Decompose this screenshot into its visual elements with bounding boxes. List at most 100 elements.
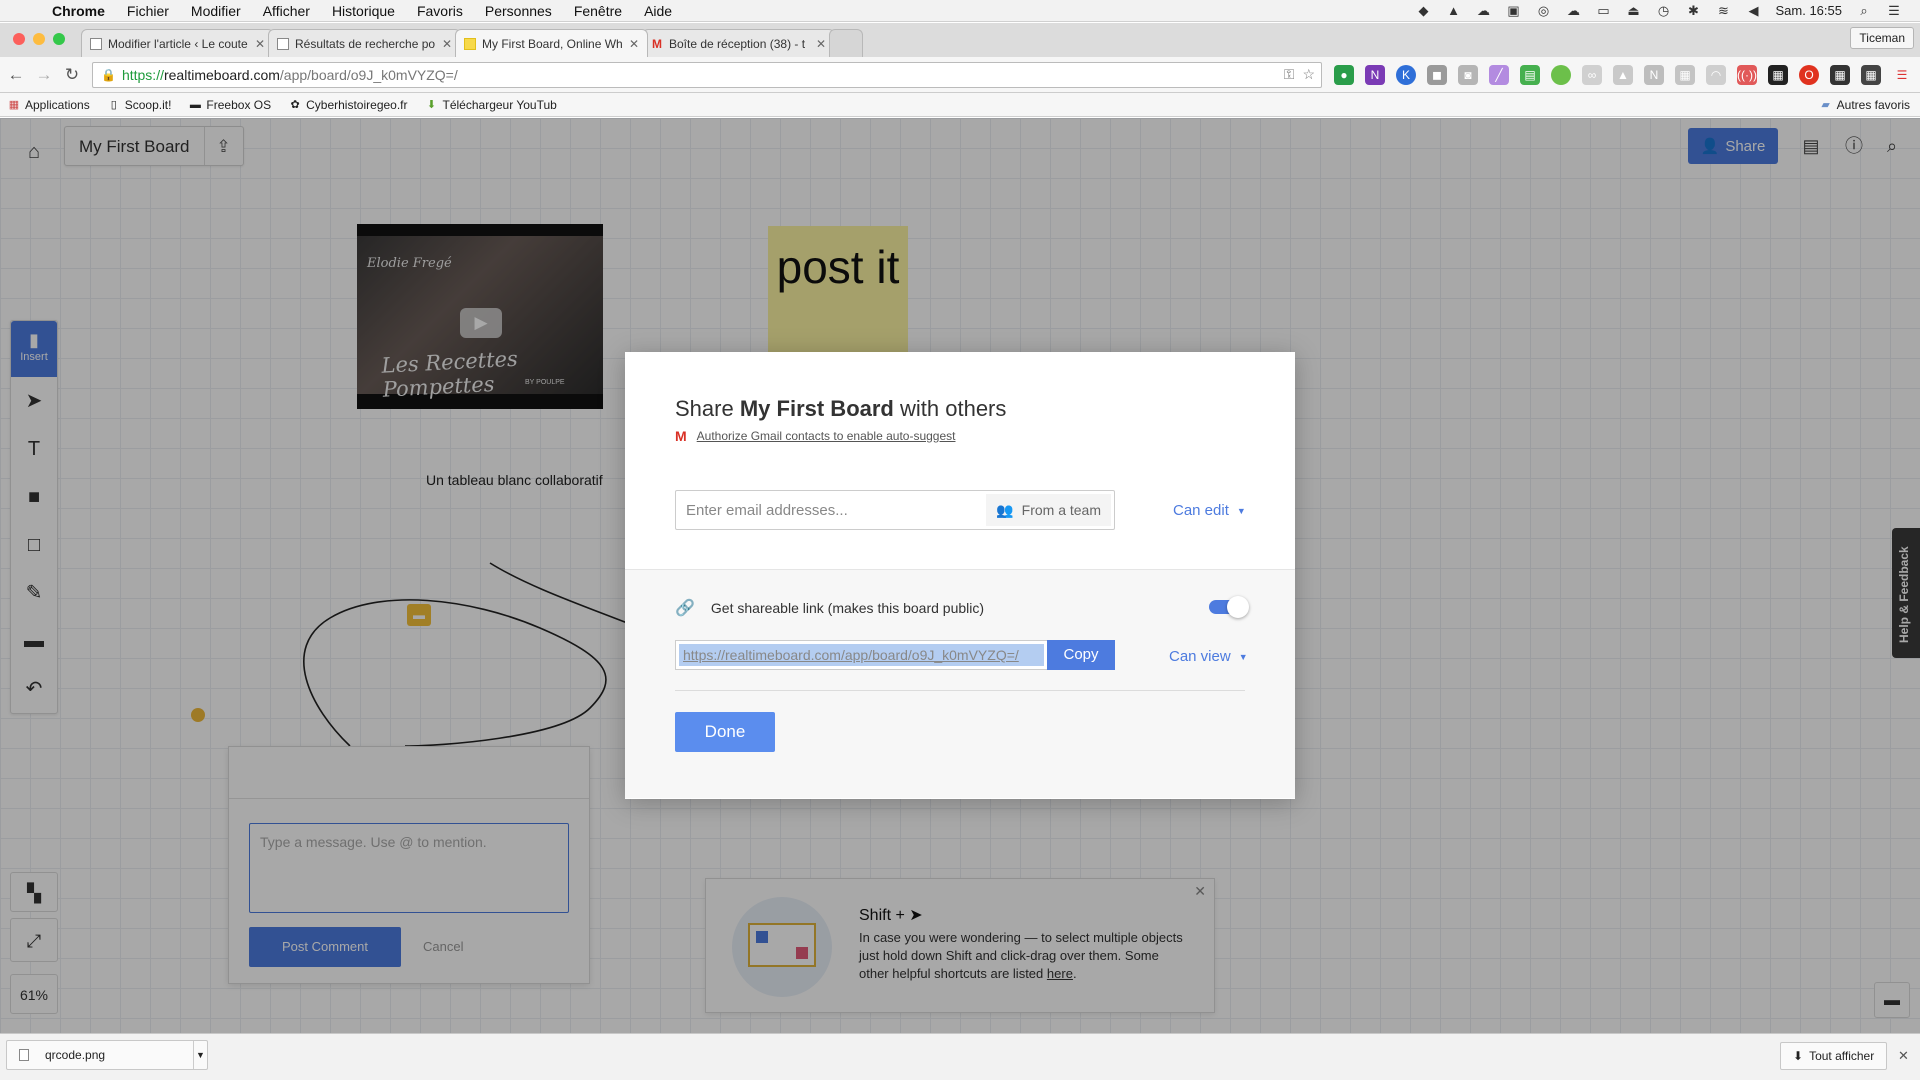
- bookmark-freebox[interactable]: ▬ Freebox OS: [189, 98, 271, 112]
- new-tab-button[interactable]: [829, 29, 863, 57]
- from-team-button[interactable]: 👥 From a team: [986, 494, 1111, 526]
- gmail-icon: M: [675, 428, 687, 444]
- tab-close-icon[interactable]: ✕: [629, 37, 639, 51]
- menu-favoris[interactable]: Favoris: [417, 3, 463, 19]
- extension-onenote-icon[interactable]: N: [1365, 64, 1385, 85]
- share-link-url[interactable]: https://realtimeboard.com/app/board/o9J_…: [679, 644, 1044, 666]
- cloud-icon[interactable]: ☁: [1476, 3, 1492, 18]
- sync-icon[interactable]: ◎: [1536, 3, 1552, 18]
- dropbox-icon[interactable]: ◆: [1416, 3, 1432, 18]
- bookmark-youtube-downloader[interactable]: ⬇ Téléchargeur YouTub: [426, 98, 557, 112]
- menubar-clock[interactable]: Sam. 16:55: [1776, 3, 1843, 18]
- extension-qrcode-icon[interactable]: ▦: [1830, 64, 1850, 85]
- copy-link-button[interactable]: Copy: [1047, 640, 1115, 670]
- gmail-favicon-icon: M: [652, 36, 662, 51]
- page-icon: ▯: [110, 98, 117, 111]
- chrome-menu-icon[interactable]: ☰: [1892, 65, 1912, 85]
- menu-personnes[interactable]: Personnes: [485, 3, 552, 19]
- bookmark-cyberhistoiregeo[interactable]: ✿ Cyberhistoiregeo.fr: [289, 98, 408, 112]
- bookmark-scoopit[interactable]: ▯ Scoop.it!: [108, 98, 172, 112]
- invite-permission-dropdown[interactable]: Can edit ▼: [1173, 502, 1246, 519]
- volume-icon[interactable]: ◀: [1746, 3, 1762, 18]
- bluetooth-icon[interactable]: ✱: [1686, 3, 1702, 18]
- browser-tab[interactable]: Résultats de recherche po ✕: [268, 29, 461, 57]
- extension-qr-icon[interactable]: ▦: [1768, 64, 1788, 85]
- address-bar[interactable]: 🔒 https:// realtimeboard.com /app/board/…: [92, 61, 1322, 88]
- download-item[interactable]: qrcode.png ▼: [6, 1040, 208, 1070]
- extension-opera-icon[interactable]: O: [1799, 64, 1819, 85]
- notification-center-icon[interactable]: ☰: [1886, 3, 1902, 18]
- tab-close-icon[interactable]: ✕: [442, 37, 452, 51]
- close-icon[interactable]: ✕: [1898, 1048, 1909, 1064]
- weather-icon[interactable]: ☁: [1566, 3, 1582, 18]
- time-machine-icon[interactable]: ◷: [1656, 3, 1672, 18]
- file-icon: [19, 1049, 29, 1061]
- menu-chrome[interactable]: Chrome: [52, 3, 105, 19]
- download-arrow-icon: ⬇: [426, 98, 437, 111]
- tab-close-icon[interactable]: ✕: [816, 37, 826, 51]
- freebox-icon: ▬: [189, 98, 201, 111]
- title-suffix: with others: [900, 396, 1007, 421]
- menu-historique[interactable]: Historique: [332, 3, 395, 19]
- extension-green-dot-icon[interactable]: [1551, 64, 1571, 85]
- chevron-down-icon[interactable]: ▼: [193, 1041, 207, 1069]
- spotlight-icon[interactable]: ⌕: [1856, 3, 1872, 18]
- browser-tab-active[interactable]: My First Board, Online Wh ✕: [455, 29, 648, 57]
- menu-fenetre[interactable]: Fenêtre: [574, 3, 622, 19]
- extension-reader-icon[interactable]: ▦: [1675, 64, 1695, 85]
- show-all-label: Tout afficher: [1809, 1049, 1875, 1063]
- profile-button[interactable]: Ticeman: [1850, 27, 1914, 49]
- extension-qr2-icon[interactable]: ▦: [1861, 64, 1881, 85]
- eject-icon[interactable]: ⏏: [1626, 3, 1642, 18]
- extension-print-icon[interactable]: ▤: [1520, 64, 1540, 85]
- macos-menubar: Chrome Fichier Modifier Afficher Histori…: [0, 0, 1920, 22]
- menu-modifier[interactable]: Modifier: [191, 3, 241, 19]
- extension-rss-icon[interactable]: ◠: [1706, 64, 1726, 85]
- drive-icon[interactable]: ▲: [1446, 3, 1462, 18]
- bookmark-star-icon[interactable]: ☆: [1302, 66, 1315, 83]
- key-icon[interactable]: ⚿: [1284, 66, 1295, 83]
- screenshot-icon[interactable]: ▣: [1506, 3, 1522, 18]
- bookmark-applications[interactable]: ▦ Applications: [8, 98, 90, 112]
- gmail-authorize-link[interactable]: Authorize Gmail contacts to enable auto-…: [697, 429, 956, 443]
- bookmark-other-folder[interactable]: ▰ Autres favoris: [1820, 98, 1910, 112]
- extension-pen-icon[interactable]: ╱: [1489, 64, 1509, 85]
- minimize-window-icon[interactable]: [33, 33, 45, 45]
- close-window-icon[interactable]: [13, 33, 25, 45]
- extension-broadcast-icon[interactable]: ((·)): [1737, 64, 1757, 85]
- shareable-link-row: 🔗 Get shareable link (makes this board p…: [675, 598, 984, 618]
- menu-afficher[interactable]: Afficher: [263, 3, 310, 19]
- browser-tab[interactable]: M Boîte de réception (38) - t ✕: [642, 29, 835, 57]
- zoom-window-icon[interactable]: [53, 33, 65, 45]
- done-button[interactable]: Done: [675, 712, 775, 752]
- back-icon[interactable]: ←: [4, 65, 28, 85]
- share-link-field[interactable]: https://realtimeboard.com/app/board/o9J_…: [675, 640, 1048, 670]
- browser-tab[interactable]: Modifier l'article ‹ Le coute ✕: [81, 29, 274, 57]
- extension-drive-icon[interactable]: ▲: [1613, 64, 1633, 85]
- bookmark-label: Applications: [25, 97, 90, 112]
- extension-k-icon[interactable]: K: [1396, 64, 1416, 85]
- share-link-section: 🔗 Get shareable link (makes this board p…: [625, 570, 1295, 798]
- link-permission-dropdown[interactable]: Can view ▼: [1169, 648, 1248, 665]
- reload-icon[interactable]: ↻: [60, 65, 84, 85]
- menu-aide[interactable]: Aide: [644, 3, 672, 19]
- show-all-downloads-button[interactable]: ⬇ Tout afficher: [1780, 1042, 1888, 1070]
- tab-title: My First Board, Online Wh: [482, 36, 623, 51]
- extension-evernote-icon[interactable]: ●: [1334, 64, 1354, 85]
- wifi-icon[interactable]: ≋: [1716, 3, 1732, 18]
- tab-close-icon[interactable]: ✕: [255, 37, 265, 51]
- email-input[interactable]: Enter email addresses...: [676, 502, 986, 519]
- extension-stamp-icon[interactable]: ◼: [1427, 64, 1447, 85]
- airplay-icon[interactable]: ▭: [1596, 3, 1612, 18]
- shareable-link-label: Get shareable link (makes this board pub…: [710, 600, 985, 616]
- browser-toolbar: ← → ↻ 🔒 https:// realtimeboard.com /app/…: [0, 57, 1920, 93]
- divider: [675, 690, 1245, 691]
- public-link-toggle[interactable]: [1209, 596, 1249, 618]
- extension-link-icon[interactable]: ∞: [1582, 64, 1602, 85]
- extension-camera-icon[interactable]: ◙: [1458, 64, 1478, 85]
- site-icon: ✿: [290, 98, 300, 111]
- menu-fichier[interactable]: Fichier: [127, 3, 169, 19]
- extension-n-icon[interactable]: N: [1644, 64, 1664, 85]
- forward-icon[interactable]: →: [32, 65, 56, 85]
- url-scheme: https://: [121, 66, 164, 83]
